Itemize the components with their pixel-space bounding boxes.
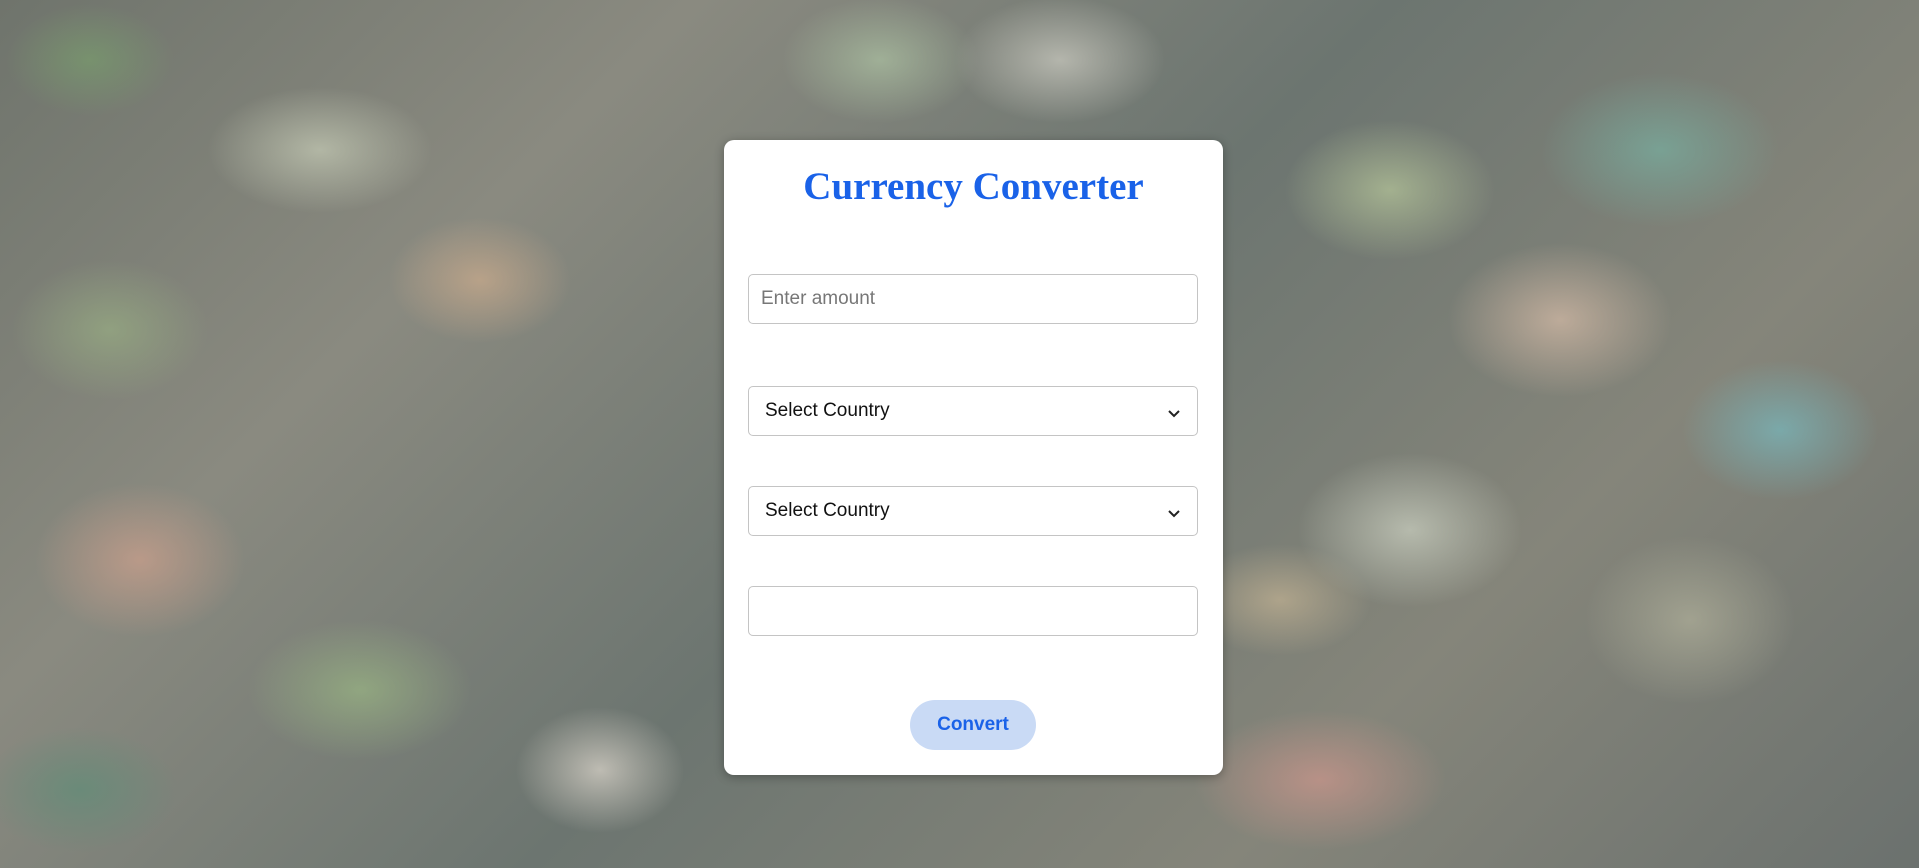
to-country-select-value: Select Country bbox=[765, 500, 890, 521]
chevron-down-icon bbox=[1167, 404, 1181, 418]
from-country-select-value: Select Country bbox=[765, 400, 890, 421]
converter-card: Currency Converter Select Country Select… bbox=[724, 140, 1223, 775]
result-field[interactable] bbox=[748, 586, 1198, 636]
chevron-down-icon bbox=[1167, 504, 1181, 518]
page-title: Currency Converter bbox=[803, 165, 1144, 208]
convert-button[interactable]: Convert bbox=[910, 700, 1036, 750]
amount-input[interactable] bbox=[748, 274, 1198, 324]
from-country-select[interactable]: Select Country bbox=[748, 386, 1198, 436]
to-country-select[interactable]: Select Country bbox=[748, 486, 1198, 536]
